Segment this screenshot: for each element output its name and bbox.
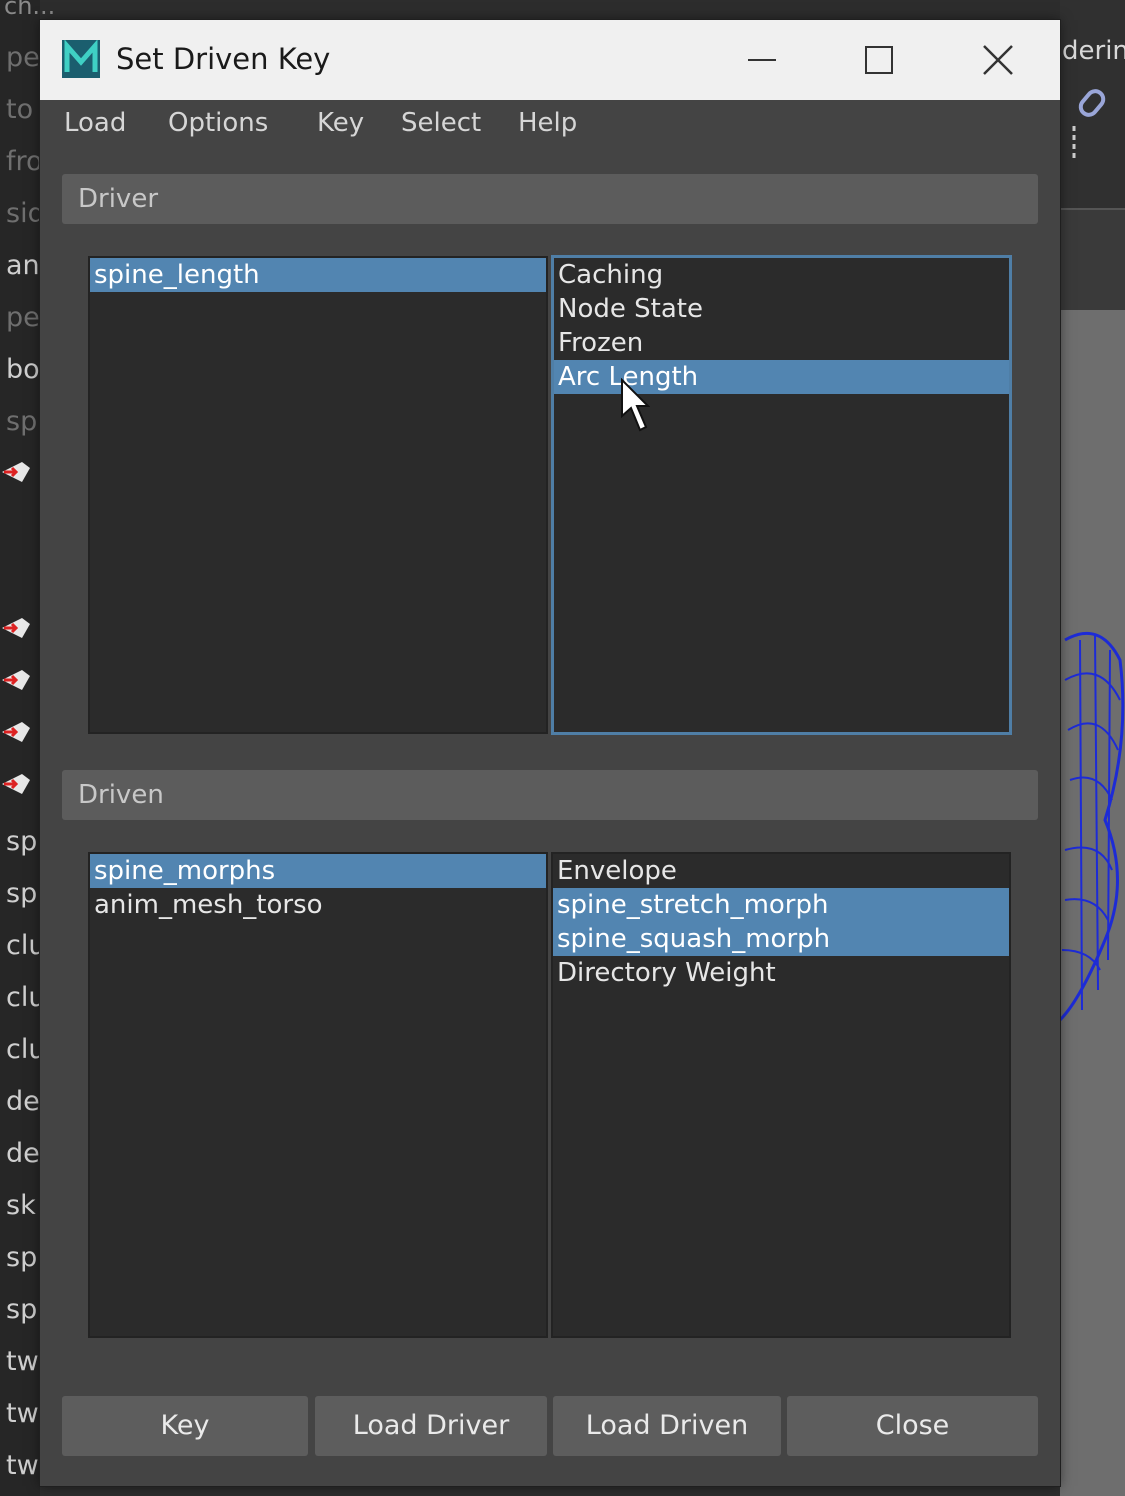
outliner-row[interactable]: tw — [6, 1346, 40, 1377]
outliner-row[interactable]: pe — [6, 302, 40, 333]
minimize-button[interactable] — [732, 30, 792, 90]
key-icon — [2, 618, 30, 638]
menu-load[interactable]: Load — [64, 108, 126, 138]
mouse-cursor-icon — [621, 378, 650, 432]
driven-attribute-list[interactable]: Envelope spine_stretch_morph spine_squash_… — [551, 852, 1011, 1338]
outliner-row[interactable]: de — [6, 1086, 40, 1117]
driven-object-list[interactable]: spine_morphs anim_mesh_torso — [88, 852, 548, 1338]
key-icon — [2, 670, 30, 690]
outliner-row[interactable]: clu — [6, 930, 40, 961]
outliner-row[interactable]: sp — [6, 1294, 40, 1325]
menu-options[interactable]: Options — [168, 108, 268, 138]
menu-bar: Load Options Key Select Help — [40, 100, 1060, 156]
outliner-row[interactable]: sp — [6, 406, 40, 437]
set-driven-key-dialog: Set Driven Key Load Options Key Select H… — [40, 20, 1060, 1486]
menu-select[interactable]: Select — [401, 108, 481, 138]
maya-logo-icon — [62, 40, 100, 78]
driver-section-header: Driver — [62, 174, 1038, 224]
outliner-row[interactable]: fro — [6, 146, 40, 177]
driver-attribute-item[interactable]: Frozen — [554, 326, 1009, 360]
key-icon — [2, 774, 30, 794]
driven-object-item[interactable]: anim_mesh_torso — [90, 888, 546, 922]
menu-help[interactable]: Help — [518, 108, 577, 138]
driven-attribute-item[interactable]: spine_squash_morph — [553, 922, 1009, 956]
driver-attribute-item[interactable]: Node State — [554, 292, 1009, 326]
link-icon — [1072, 89, 1106, 160]
driver-attribute-item[interactable]: Caching — [554, 258, 1009, 292]
outliner-row[interactable]: tw — [6, 1398, 40, 1429]
outliner-row[interactable]: sp — [6, 1242, 40, 1273]
driven-object-item[interactable]: spine_morphs — [90, 854, 546, 888]
outliner-row[interactable]: clu — [6, 982, 40, 1013]
viewport-background: derin — [1060, 0, 1125, 1496]
driven-attribute-item[interactable]: Envelope — [553, 854, 1009, 888]
key-icon — [2, 462, 30, 482]
close-icon — [983, 45, 1013, 75]
outliner-row[interactable]: sp — [6, 826, 40, 857]
title-bar[interactable]: Set Driven Key — [40, 20, 1060, 100]
driver-object-item[interactable]: spine_length — [90, 258, 546, 292]
key-icon — [2, 722, 30, 742]
minimize-icon — [748, 59, 776, 61]
viewport-tab-label: derin — [1062, 36, 1125, 66]
menu-key[interactable]: Key — [317, 108, 364, 138]
load-driven-button[interactable]: Load Driven — [553, 1396, 781, 1456]
outliner-row[interactable]: tw — [6, 1450, 40, 1481]
driven-attribute-item[interactable]: Directory Weight — [553, 956, 1009, 990]
wireframe-mesh — [1060, 631, 1125, 1022]
driven-attribute-item[interactable]: spine_stretch_morph — [553, 888, 1009, 922]
outliner-row[interactable]: de — [6, 1138, 40, 1169]
outliner-row[interactable]: to — [6, 94, 40, 125]
load-driver-button[interactable]: Load Driver — [315, 1396, 547, 1456]
outliner-background: ch... pe to fro sid an pe bo sp sp sp clu clu clu de d… — [0, 0, 55, 1496]
driver-section-label: Driver — [78, 184, 159, 214]
outliner-row[interactable]: sid — [6, 198, 40, 229]
outliner-row[interactable]: clu — [6, 1034, 40, 1065]
outliner-row[interactable]: bo — [6, 354, 40, 385]
close-window-button[interactable] — [968, 30, 1028, 90]
maximize-icon — [865, 46, 893, 74]
outliner-row[interactable]: pe — [6, 42, 40, 73]
outliner-row[interactable]: sk — [6, 1190, 40, 1221]
driver-object-list[interactable]: spine_length — [88, 256, 548, 734]
outliner-top-text: ch... — [4, 0, 56, 20]
outliner-row[interactable]: an — [6, 250, 40, 281]
window-title: Set Driven Key — [116, 42, 331, 76]
maximize-button[interactable] — [849, 30, 909, 90]
driven-section-label: Driven — [78, 780, 164, 810]
outliner-row[interactable]: sp — [6, 878, 40, 909]
driver-attribute-list[interactable]: Caching Node State Frozen Arc Length — [551, 255, 1012, 735]
driven-section-header: Driven — [62, 770, 1038, 820]
key-button[interactable]: Key — [62, 1396, 308, 1456]
close-button[interactable]: Close — [787, 1396, 1038, 1456]
viewport-toolbar: derin — [1060, 0, 1125, 210]
